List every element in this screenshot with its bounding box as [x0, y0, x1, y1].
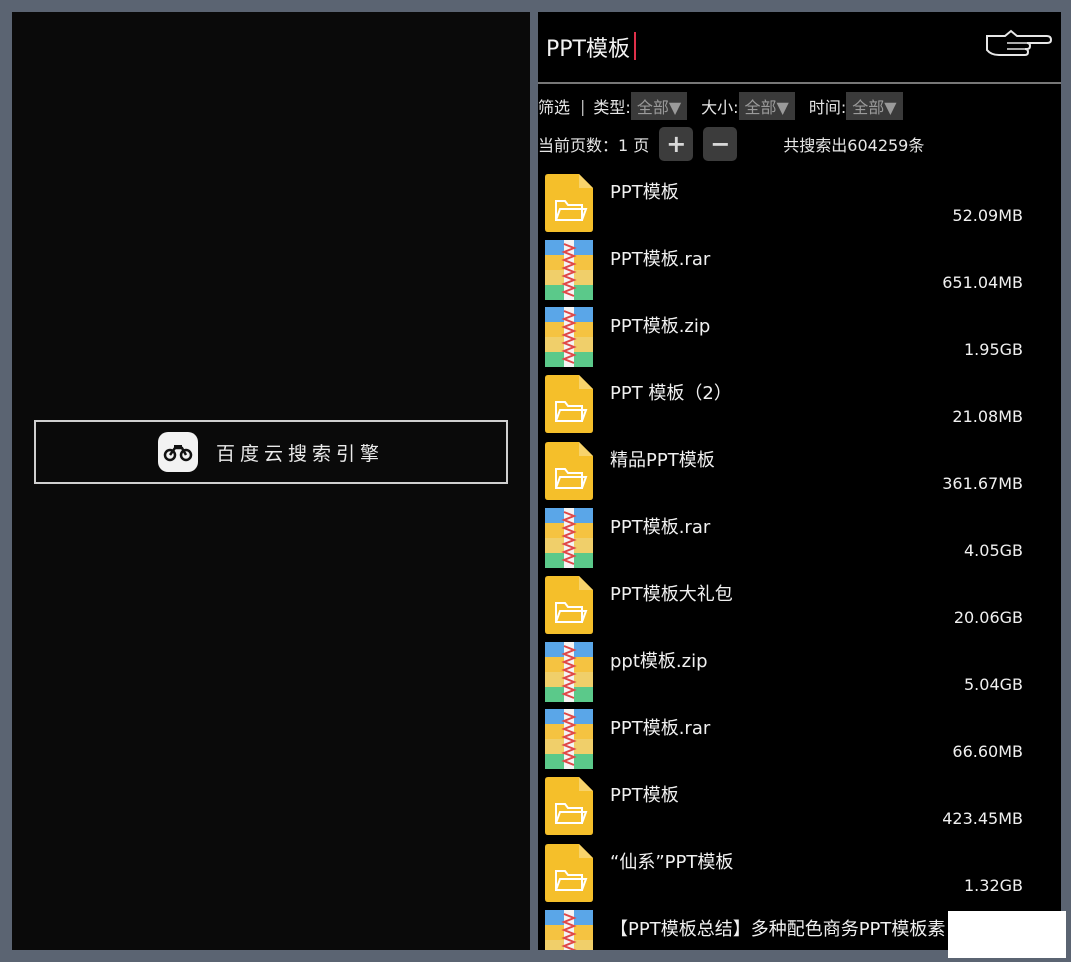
archive-icon [543, 642, 595, 702]
result-size: 1.32GB [964, 876, 1023, 895]
archive-icon [543, 240, 595, 300]
white-overlay-box [948, 911, 1066, 958]
result-name: PPT模板 [610, 785, 679, 806]
result-size: 651.04MB [942, 273, 1023, 292]
folder-icon [543, 776, 595, 836]
folder-icon [543, 374, 595, 434]
result-size: 1.95GB [964, 340, 1023, 359]
result-name: ppt模板.zip [610, 651, 708, 672]
size-dropdown[interactable]: 全部▼ [738, 92, 795, 120]
result-item[interactable]: ppt模板.zip 5.04GB [538, 641, 1061, 708]
archive-icon [543, 307, 595, 367]
result-item[interactable]: 精品PPT模板 361.67MB [538, 440, 1061, 507]
size-label: 大小: [701, 98, 739, 117]
result-name: PPT 模板（2） [610, 383, 732, 404]
engine-button-label: 百度云搜索引擎 [215, 442, 384, 465]
text-caret [634, 32, 636, 60]
result-item[interactable]: PPT模板.rar 66.60MB [538, 708, 1061, 775]
result-name: PPT模板.rar [610, 718, 711, 739]
result-item[interactable]: “仙系”PPT模板 1.32GB [538, 842, 1061, 909]
archive-icon [543, 910, 595, 950]
right-screen: 筛选 | 类型: 全部▼ 大小: 全部▼ 时间: 全部▼ 当前页数：1 页 + … [538, 12, 1061, 950]
result-item[interactable]: PPT模板 52.09MB [538, 172, 1061, 239]
next-page-button[interactable]: + [659, 127, 694, 161]
type-dropdown[interactable]: 全部▼ [630, 92, 688, 120]
filter-label: 筛选 [538, 98, 571, 117]
left-screen: 百度云搜索引擎 [12, 12, 530, 950]
filter-row: 筛选 | 类型: 全部▼ 大小: 全部▼ 时间: 全部▼ [538, 92, 1061, 120]
device-frame: 百度云搜索引擎 筛选 | 类型: 全部▼ 大小: 全部▼ 时间: 全部▼ 当前页… [0, 0, 1071, 962]
result-name: PPT模板.rar [610, 249, 711, 270]
paging-row: 当前页数：1 页 + − 共搜索出604259条 [538, 126, 1061, 162]
result-item[interactable]: PPT 模板（2） 21.08MB [538, 373, 1061, 440]
result-size: 21.08MB [952, 407, 1023, 426]
result-name: PPT模板.zip [610, 316, 711, 337]
result-name: PPT模板大礼包 [610, 584, 733, 605]
result-size: 423.45MB [942, 809, 1023, 828]
search-bar [538, 12, 1061, 84]
result-item[interactable]: PPT模板.zip 1.95GB [538, 306, 1061, 373]
result-item[interactable]: PPT模板.rar 651.04MB [538, 239, 1061, 306]
results-list: PPT模板 52.09MB PPT模板.rar 651.04MB PPT模板.zip 1.… [538, 172, 1061, 950]
archive-icon [543, 508, 595, 568]
result-size: 361.67MB [942, 474, 1023, 493]
result-size: 5.04GB [964, 675, 1023, 694]
folder-icon [543, 575, 595, 635]
total-results-text: 共搜索出604259条 [783, 136, 925, 155]
result-size: 4.05GB [964, 541, 1023, 560]
folder-icon [543, 173, 595, 233]
folder-icon [543, 843, 595, 903]
pointing-hand-icon[interactable] [983, 28, 1053, 58]
motorcycle-icon [157, 432, 198, 472]
result-size: 66.60MB [952, 742, 1023, 761]
result-name: PPT模板.rar [610, 517, 711, 538]
time-label: 时间: [808, 98, 847, 117]
search-input[interactable] [544, 26, 948, 68]
prev-page-button[interactable]: − [703, 127, 738, 161]
result-item[interactable]: PPT模板 423.45MB [538, 775, 1061, 842]
result-item[interactable]: PPT模板大礼包 20.06GB [538, 574, 1061, 641]
result-size: 20.06GB [953, 608, 1023, 627]
result-name: “仙系”PPT模板 [610, 852, 734, 873]
current-page-text: 当前页数：1 页 [538, 136, 650, 155]
result-size: 52.09MB [952, 206, 1023, 225]
archive-icon [543, 709, 595, 769]
filter-separator: | [580, 96, 586, 116]
time-dropdown[interactable]: 全部▼ [846, 92, 903, 120]
folder-icon [543, 441, 595, 501]
result-item[interactable]: PPT模板.rar 4.05GB [538, 507, 1061, 574]
baidu-cloud-search-engine-button[interactable]: 百度云搜索引擎 [34, 420, 508, 484]
result-name: PPT模板 [610, 182, 679, 203]
result-name: 精品PPT模板 [610, 450, 715, 471]
type-label: 类型: [593, 98, 631, 117]
